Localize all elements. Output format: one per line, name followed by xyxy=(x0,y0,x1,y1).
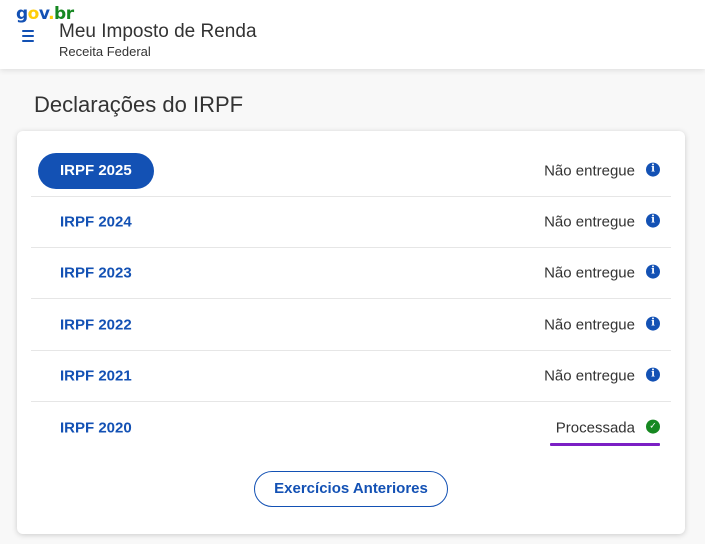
year-link-2024[interactable]: IRPF 2024 xyxy=(60,213,132,230)
menu-icon[interactable] xyxy=(22,28,38,44)
check-circle-icon: ✓ xyxy=(646,419,660,434)
year-button-2025[interactable]: IRPF 2025 xyxy=(38,152,154,189)
declaration-row-2023[interactable]: IRPF 2023 Não entregue i xyxy=(31,247,671,299)
app-subtitle: Receita Federal xyxy=(59,44,151,59)
page-title: Declarações do IRPF xyxy=(34,92,244,117)
status-text: Não entregue xyxy=(544,367,635,384)
declarations-card: IRPF 2025 Não entregue i IRPF 2024 Não e… xyxy=(17,131,685,534)
year-link-2020[interactable]: IRPF 2020 xyxy=(60,419,132,436)
previous-years-button[interactable]: Exercícios Anteriores xyxy=(254,471,448,507)
declaration-row-2021[interactable]: IRPF 2021 Não entregue i xyxy=(31,350,671,402)
info-icon[interactable]: i xyxy=(646,264,660,279)
status-text: Não entregue xyxy=(544,213,635,230)
info-icon[interactable]: i xyxy=(646,367,660,382)
highlight-underline xyxy=(550,443,660,446)
info-icon[interactable]: i xyxy=(646,162,660,177)
status-text: Não entregue xyxy=(544,162,635,179)
status-text: Processada xyxy=(555,419,635,436)
status-text: Não entregue xyxy=(544,316,635,333)
status-text: Não entregue xyxy=(544,264,635,281)
app-header: gov.br Meu Imposto de Renda Receita Fede… xyxy=(0,0,705,69)
info-icon[interactable]: i xyxy=(646,213,660,228)
year-link-2023[interactable]: IRPF 2023 xyxy=(60,264,132,281)
declaration-row-2020[interactable]: IRPF 2020 Processada ✓ xyxy=(31,402,671,453)
year-link-2022[interactable]: IRPF 2022 xyxy=(60,316,132,333)
declaration-row-2022[interactable]: IRPF 2022 Não entregue i xyxy=(31,299,671,351)
app-title: Meu Imposto de Renda xyxy=(59,21,257,42)
year-link-2021[interactable]: IRPF 2021 xyxy=(60,367,132,384)
declaration-row-2025[interactable]: IRPF 2025 Não entregue i xyxy=(31,145,671,197)
declaration-row-2024[interactable]: IRPF 2024 Não entregue i xyxy=(31,196,671,248)
info-icon[interactable]: i xyxy=(646,316,660,331)
